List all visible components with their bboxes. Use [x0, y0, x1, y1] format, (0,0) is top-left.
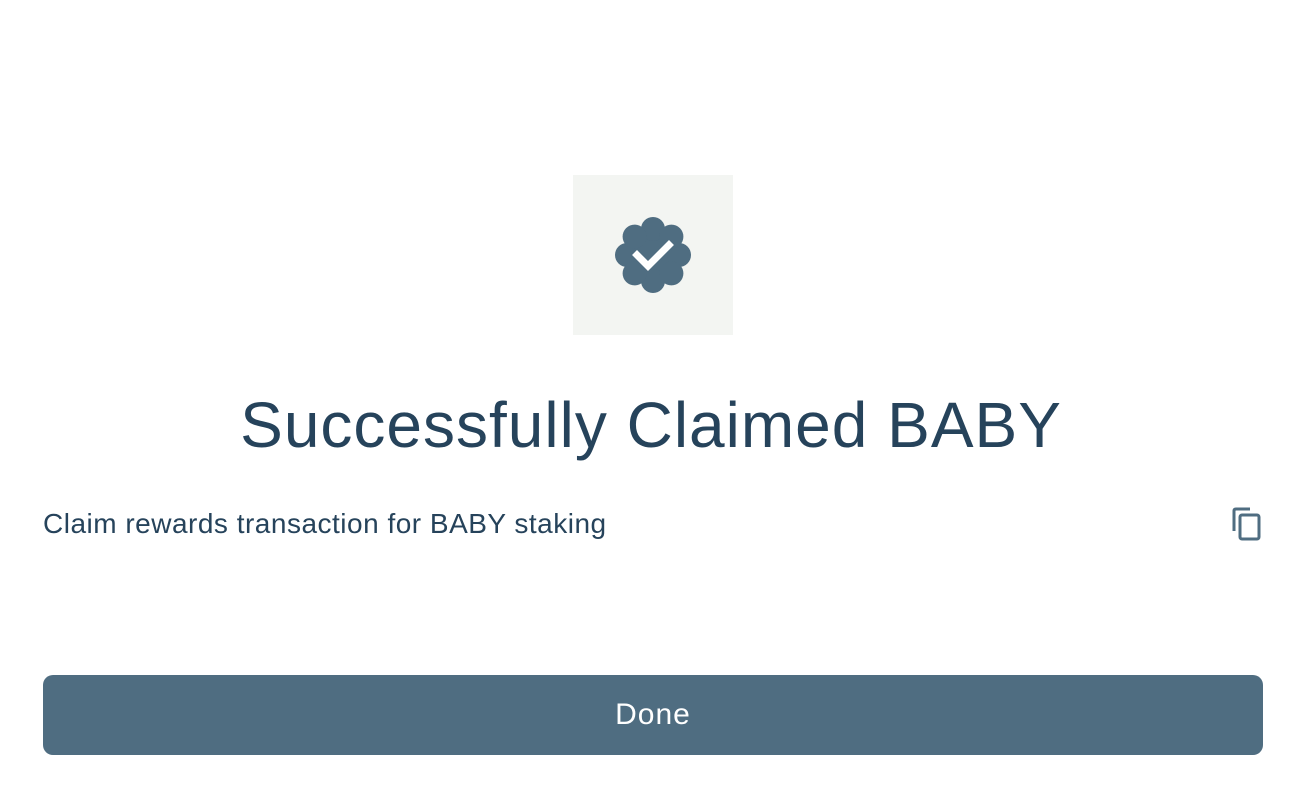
success-icon-container [573, 175, 733, 335]
verified-badge-check-icon [615, 217, 691, 293]
copy-button[interactable] [1231, 506, 1263, 542]
transaction-description: Claim rewards transaction for BABY staki… [43, 508, 607, 539]
page-title: Successfully Claimed BABY [240, 389, 1062, 461]
copy-icon [1232, 507, 1261, 541]
done-button[interactable]: Done [43, 675, 1263, 755]
transaction-row: Claim rewards transaction for BABY staki… [43, 505, 1263, 543]
